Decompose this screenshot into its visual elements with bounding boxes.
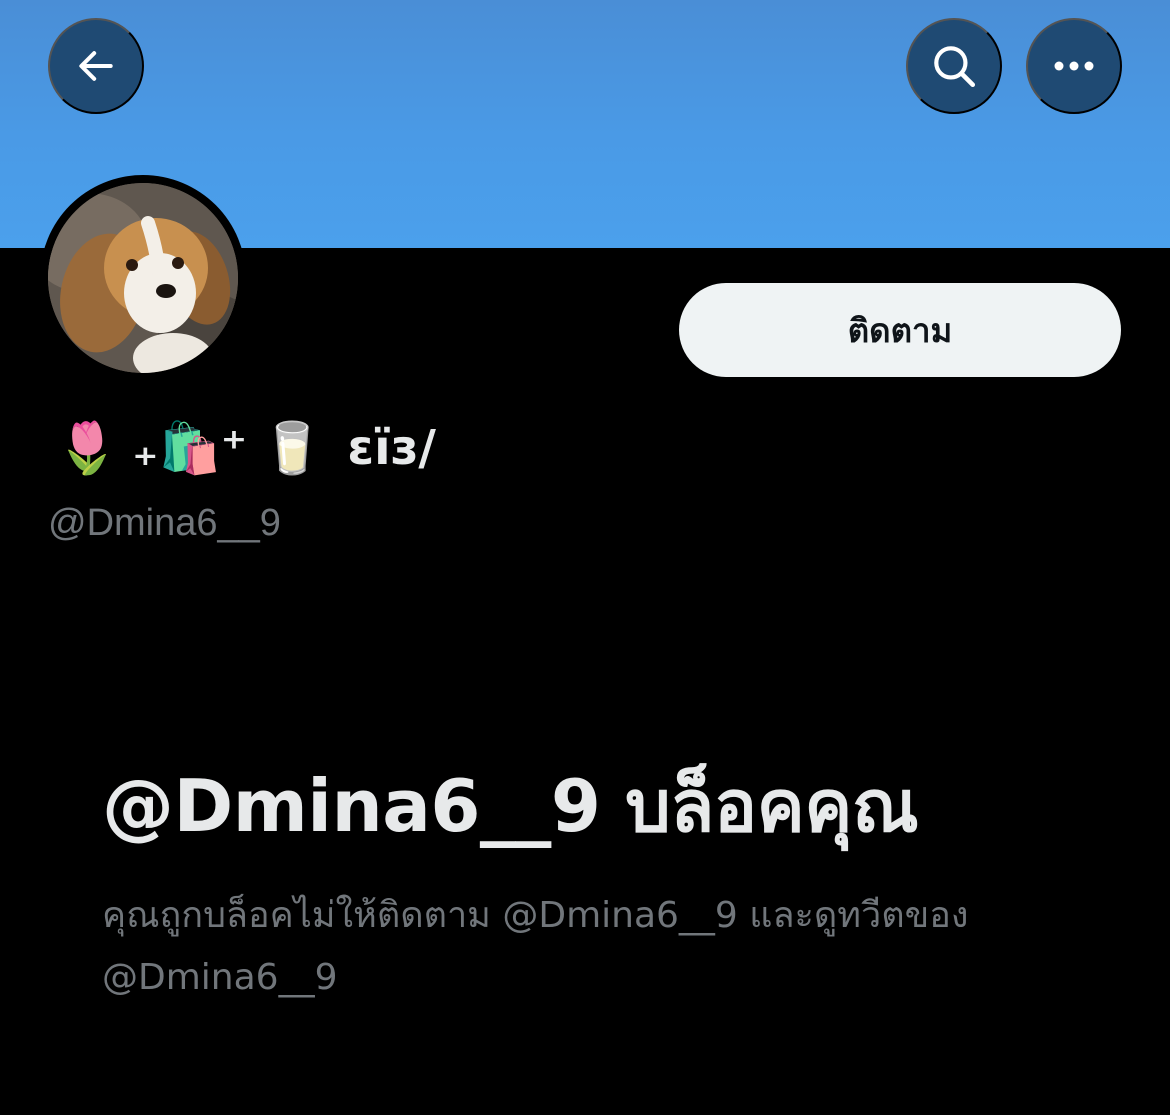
search-icon [929, 41, 979, 91]
avatar[interactable] [40, 175, 246, 381]
avatar-image [48, 183, 238, 373]
blocked-description: คุณถูกบล็อคไม่ให้ติดตาม @Dmina6__9 และดู… [102, 895, 969, 998]
more-horizontal-icon [1052, 59, 1096, 73]
follow-button[interactable]: ติดตาม [679, 283, 1121, 377]
display-name-text: εïз/ [347, 420, 436, 476]
back-button[interactable] [48, 18, 144, 114]
blocked-title: @Dmina6__9 บล็อคคุณ [102, 764, 919, 848]
display-name-emoji: 🌷 ₊🛍️⁺ 🥛 [56, 419, 324, 476]
profile-page: ติดตาม 🌷 ₊🛍️⁺ 🥛 εïз/ @Dmina6__9 @Dmina6_… [0, 0, 1170, 1115]
search-button[interactable] [906, 18, 1002, 114]
more-options-button[interactable] [1026, 18, 1122, 114]
arrow-left-icon [74, 44, 118, 88]
profile-handle: @Dmina6__9 [48, 502, 281, 544]
display-name: 🌷 ₊🛍️⁺ 🥛 εïз/ [56, 408, 436, 488]
